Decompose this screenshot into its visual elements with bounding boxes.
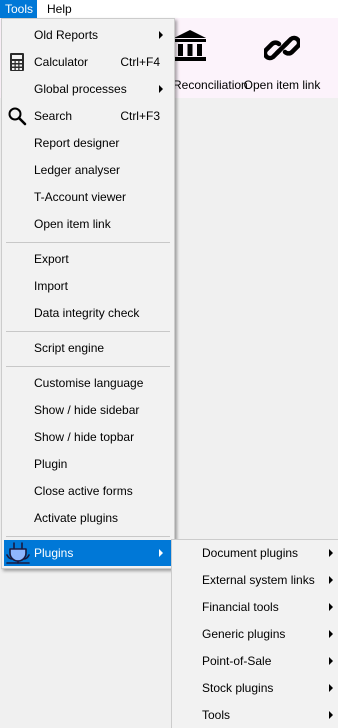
script-engine-label: Script engine bbox=[34, 341, 105, 355]
tools-submenu-label: Tools bbox=[202, 708, 231, 722]
report-designer-label: Report designer bbox=[34, 136, 120, 150]
open-item-link-menu-label: Open item link bbox=[34, 217, 111, 231]
submenu-arrow-icon bbox=[159, 85, 163, 93]
plugins-submenu: Document plugins External system links F… bbox=[171, 539, 338, 728]
search-icon bbox=[8, 107, 27, 126]
stock-plugins-label: Stock plugins bbox=[202, 681, 274, 695]
show-hide-sidebar-label: Show / hide sidebar bbox=[34, 403, 140, 417]
reconciliation-label: Reconciliation bbox=[173, 78, 248, 92]
menu-separator bbox=[6, 366, 170, 367]
menu-item-report-designer[interactable]: Report designer bbox=[4, 130, 172, 156]
menu-item-global-processes[interactable]: Global processes bbox=[4, 76, 172, 102]
data-integrity-check-label: Data integrity check bbox=[34, 306, 140, 320]
menu-item-stock-plugins[interactable]: Stock plugins bbox=[172, 675, 338, 701]
menu-help[interactable]: Help bbox=[41, 0, 78, 18]
external-system-links-label: External system links bbox=[202, 573, 315, 587]
menu-item-point-of-sale[interactable]: Point-of-Sale bbox=[172, 648, 338, 674]
menu-item-external-system-links[interactable]: External system links bbox=[172, 567, 338, 593]
submenu-arrow-icon bbox=[159, 549, 163, 557]
search-shortcut: Ctrl+F3 bbox=[120, 109, 160, 123]
calculator-shortcut: Ctrl+F4 bbox=[120, 55, 160, 69]
ledger-analyser-label: Ledger analyser bbox=[34, 163, 121, 177]
import-label: Import bbox=[34, 279, 69, 293]
tools-menu: Old Reports Calculator Ctrl+F4 Global pr… bbox=[1, 18, 175, 569]
menu-item-search[interactable]: Search Ctrl+F3 bbox=[4, 103, 172, 129]
menu-item-calculator[interactable]: Calculator Ctrl+F4 bbox=[4, 49, 172, 75]
menu-item-plugin[interactable]: Plugin bbox=[4, 451, 172, 477]
old-reports-label: Old Reports bbox=[34, 28, 99, 42]
menu-item-plugins[interactable]: Plugins bbox=[4, 540, 172, 566]
plugin-label: Plugin bbox=[34, 457, 68, 471]
menu-separator bbox=[6, 242, 170, 243]
menu-item-financial-tools[interactable]: Financial tools bbox=[172, 594, 338, 620]
menu-item-document-plugins[interactable]: Document plugins bbox=[172, 540, 338, 566]
menu-item-tools[interactable]: Tools bbox=[172, 702, 338, 728]
menu-item-close-active-forms[interactable]: Close active forms bbox=[4, 478, 172, 504]
menu-item-import[interactable]: Import bbox=[4, 273, 172, 299]
menu-item-open-item-link[interactable]: Open item link bbox=[4, 211, 172, 237]
menu-item-old-reports[interactable]: Old Reports bbox=[4, 22, 172, 48]
financial-tools-label: Financial tools bbox=[202, 600, 279, 614]
menu-item-show-hide-topbar[interactable]: Show / hide topbar bbox=[4, 424, 172, 450]
menu-item-show-hide-sidebar[interactable]: Show / hide sidebar bbox=[4, 397, 172, 423]
point-of-sale-label: Point-of-Sale bbox=[202, 654, 272, 668]
menu-item-ledger-analyser[interactable]: Ledger analyser bbox=[4, 157, 172, 183]
menu-separator bbox=[6, 536, 170, 537]
plugins-label: Plugins bbox=[34, 546, 74, 560]
submenu-arrow-icon bbox=[329, 549, 333, 557]
open-item-link-label: Open item link bbox=[243, 78, 321, 92]
bank-icon bbox=[174, 30, 206, 61]
menu-tools[interactable]: Tools bbox=[0, 0, 37, 18]
link-icon bbox=[264, 35, 300, 61]
calculator-icon bbox=[10, 53, 24, 71]
menu-item-script-engine[interactable]: Script engine bbox=[4, 335, 172, 361]
submenu-arrow-icon bbox=[329, 630, 333, 638]
submenu-arrow-icon bbox=[329, 657, 333, 665]
submenu-arrow-icon bbox=[329, 684, 333, 692]
show-hide-topbar-label: Show / hide topbar bbox=[34, 430, 135, 444]
menu-item-data-integrity-check[interactable]: Data integrity check bbox=[4, 300, 172, 326]
submenu-arrow-icon bbox=[329, 603, 333, 611]
submenu-arrow-icon bbox=[329, 576, 333, 584]
menu-separator bbox=[6, 331, 170, 332]
activate-plugins-label: Activate plugins bbox=[34, 511, 119, 525]
t-account-viewer-label: T-Account viewer bbox=[34, 190, 127, 204]
submenu-arrow-icon bbox=[329, 711, 333, 719]
global-processes-label: Global processes bbox=[34, 82, 127, 96]
calculator-label: Calculator bbox=[34, 55, 89, 69]
submenu-arrow-icon bbox=[159, 31, 163, 39]
generic-plugins-label: Generic plugins bbox=[202, 627, 286, 641]
search-label: Search bbox=[34, 109, 73, 123]
customise-language-label: Customise language bbox=[34, 376, 144, 390]
menu-item-activate-plugins[interactable]: Activate plugins bbox=[4, 505, 172, 531]
plug-icon bbox=[6, 542, 30, 564]
menu-item-generic-plugins[interactable]: Generic plugins bbox=[172, 621, 338, 647]
export-label: Export bbox=[34, 252, 69, 266]
menu-item-export[interactable]: Export bbox=[4, 246, 172, 272]
open-item-link-button[interactable]: Open item link bbox=[240, 18, 324, 98]
menu-item-t-account-viewer[interactable]: T-Account viewer bbox=[4, 184, 172, 210]
menu-bar: Tools Help bbox=[0, 0, 338, 18]
document-plugins-label: Document plugins bbox=[202, 546, 299, 560]
menu-item-customise-language[interactable]: Customise language bbox=[4, 370, 172, 396]
close-active-forms-label: Close active forms bbox=[34, 484, 133, 498]
